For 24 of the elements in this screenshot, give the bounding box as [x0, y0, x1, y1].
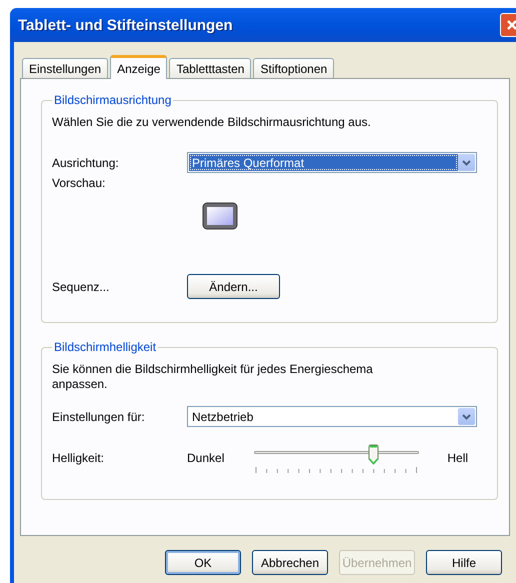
- field-label: Ausrichtung:: [52, 156, 120, 170]
- field-label: Einstellungen für:: [52, 410, 146, 424]
- tab[interactable]: Tabletttasten: [169, 58, 252, 78]
- dialog-button[interactable]: Hilfe: [426, 550, 502, 575]
- dropdown-field[interactable]: Netzbetrieb: [187, 406, 477, 427]
- group-title: Bildschirmausrichtung: [53, 93, 172, 107]
- window-title: Tablett- und Stifteinstellungen: [18, 16, 233, 34]
- tab[interactable]: Einstellungen: [22, 58, 108, 78]
- tab[interactable]: Anzeige: [110, 55, 168, 79]
- slider-thumb[interactable]: [368, 444, 380, 465]
- monitor-preview-icon: [202, 202, 238, 230]
- dialog-button[interactable]: Abbrechen: [252, 550, 328, 575]
- change-button[interactable]: Ändern...: [187, 274, 280, 299]
- description-text: Sie können die Bildschirmhelligkeit für jedes Energieschema anpassen.: [52, 362, 374, 392]
- slider-max-label: Hell: [447, 451, 468, 465]
- field-label: Vorschau:: [52, 176, 106, 190]
- field-label: Helligkeit:: [52, 451, 106, 465]
- slider-min-label: Dunkel: [187, 451, 224, 465]
- dialog-button[interactable]: OK: [165, 550, 241, 575]
- field-label: Sequenz...: [52, 280, 110, 294]
- group-title: Bildschirmhelligkeit: [53, 340, 158, 354]
- dropdown-field[interactable]: Primäres Querformat: [187, 152, 477, 173]
- description-text: Wählen Sie die zu verwendende Bildschirmausrichtung aus.: [52, 115, 372, 130]
- tab[interactable]: Stiftoptionen: [253, 58, 334, 78]
